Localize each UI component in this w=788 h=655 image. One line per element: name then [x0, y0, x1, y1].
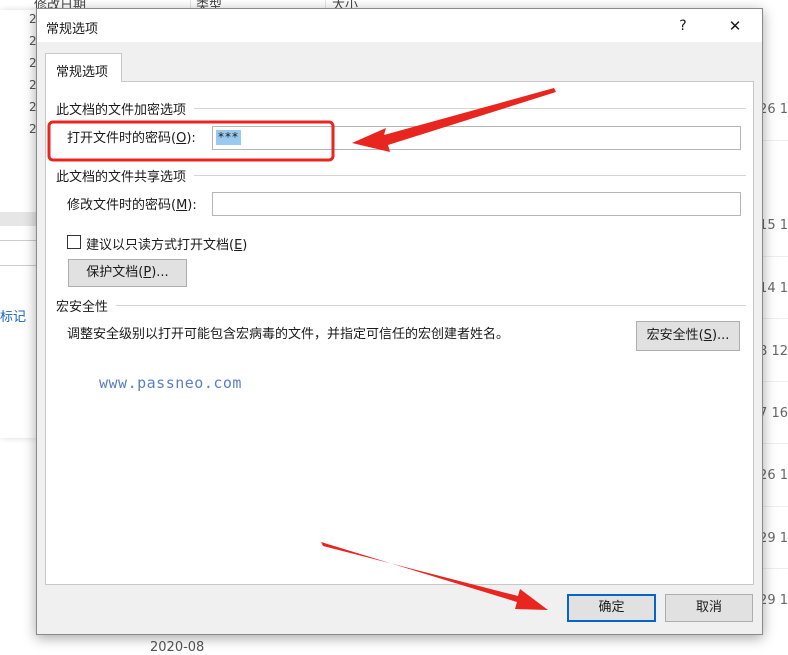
arrow-to-ok-icon	[321, 542, 548, 610]
tab-general-options[interactable]: 常规选项	[45, 53, 122, 82]
annotation-overlay	[47, 88, 556, 610]
highlight-box	[47, 120, 335, 162]
tab-label: 常规选项	[56, 65, 109, 80]
arrow-to-password-icon	[352, 88, 556, 152]
